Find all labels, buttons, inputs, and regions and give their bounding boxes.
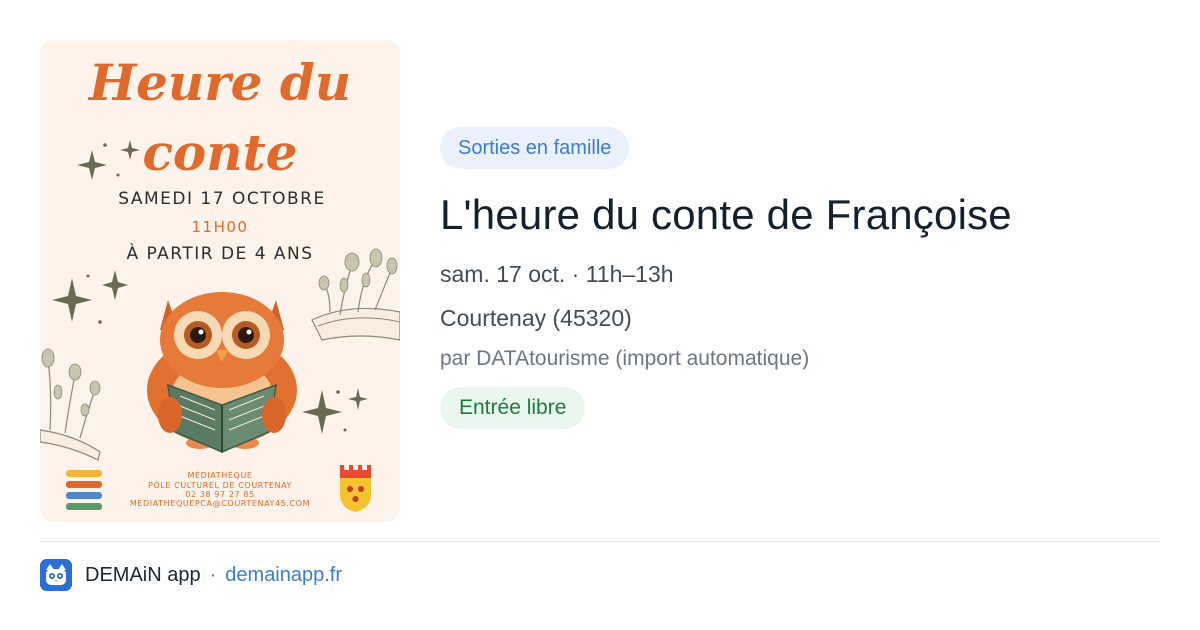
price-badge: Entrée libre bbox=[440, 387, 586, 429]
event-poster-image[interactable]: Heure du conte SAMEDI 17 OCTOBRE 11H00 À… bbox=[40, 40, 400, 522]
event-source: par DATAtourisme (import automatique) bbox=[440, 347, 810, 370]
poster-venue-line1: MÉDIATHÈQUE bbox=[187, 469, 252, 480]
owl-illustration bbox=[147, 292, 297, 454]
poster-title-line2: conte bbox=[142, 123, 297, 182]
footer: DEMAiN app · demainapp.fr bbox=[40, 558, 342, 592]
app-url-link[interactable]: demainapp.fr bbox=[225, 564, 342, 587]
event-datetime: sam. 17 oct. · 11h–13h bbox=[440, 261, 674, 287]
event-location[interactable]: Courtenay (45320) bbox=[440, 303, 1160, 333]
poster-time: 11H00 bbox=[192, 218, 249, 236]
footer-divider bbox=[40, 541, 1160, 542]
town-crest-icon bbox=[340, 465, 371, 512]
poster-venue-line2: PÔLE CULTUREL DE COURTENAY bbox=[148, 479, 292, 490]
event-title[interactable]: L'heure du conte de Françoise bbox=[440, 189, 1160, 241]
category-badge[interactable]: Sorties en famille bbox=[440, 127, 630, 169]
poster-email: MEDIATHEQUEPCA@COURTENAY45.COM bbox=[130, 499, 310, 508]
event-info: Sorties en famille L'heure du conte de F… bbox=[440, 127, 1160, 429]
poster-date: SAMEDI 17 OCTOBRE bbox=[118, 189, 325, 209]
poster-illustration: Heure du conte SAMEDI 17 OCTOBRE 11H00 À… bbox=[40, 40, 400, 522]
demain-app-logo-icon[interactable] bbox=[40, 559, 72, 591]
poster-title-line1: Heure du bbox=[87, 53, 351, 112]
poster-age: À PARTIR DE 4 ANS bbox=[126, 242, 313, 264]
app-name: DEMAiN app bbox=[85, 563, 201, 586]
footer-separator: · bbox=[209, 563, 217, 586]
poster-phone: 02 38 97 27 85 bbox=[185, 490, 254, 499]
